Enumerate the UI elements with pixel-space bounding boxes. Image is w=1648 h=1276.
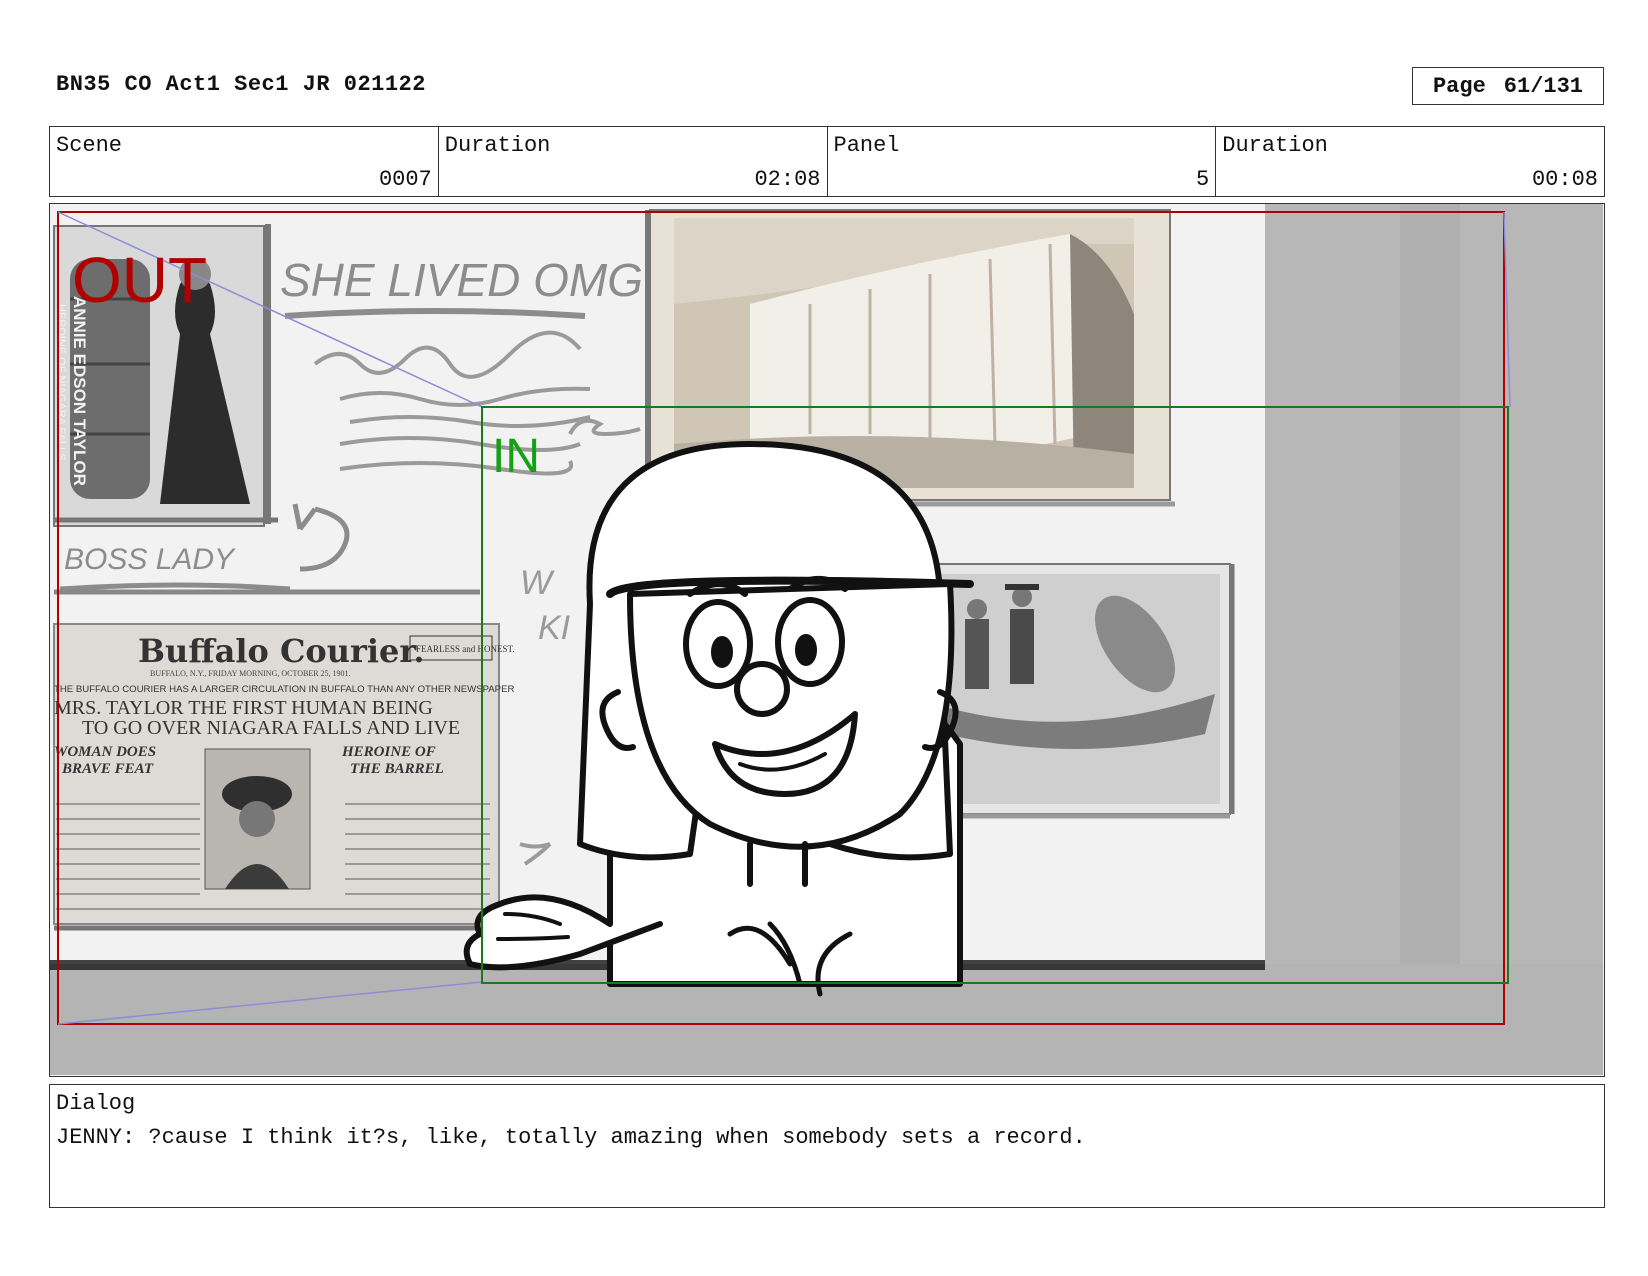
panel-label: Panel: [833, 133, 900, 158]
page-number: 61/131: [1503, 73, 1584, 99]
right-shadow-stripe: [1400, 204, 1460, 964]
scene-duration-cell: Duration 02:08: [439, 127, 828, 196]
panel-duration-cell: Duration 00:08: [1216, 127, 1604, 196]
newspaper-clipping: Buffalo Courier. FEARLESS and HONEST. BU…: [53, 589, 515, 931]
newspaper-sub-right-1: HEROINE OF: [341, 744, 436, 760]
board-title: BN35 CO Act1 Sec1 JR 021122: [56, 72, 426, 97]
storyboard-frame: ANNIE EDSON TAYLOR HEROINE OF NIAGARA FA…: [49, 203, 1605, 1077]
panel-duration-label: Duration: [1222, 133, 1328, 158]
page-label: Page: [1432, 73, 1486, 99]
man-1: [965, 619, 989, 689]
panel-value: 5: [1196, 167, 1210, 192]
dialog-text: JENNY: ?cause I think it?s, like, totall…: [56, 1125, 1086, 1150]
newspaper-sub-right-2: THE BARREL: [350, 761, 444, 777]
page-indicator: Page 61/131: [1412, 67, 1604, 105]
dialog-box: Dialog JENNY: ?cause I think it?s, like,…: [49, 1084, 1605, 1208]
sketch-note-partial-1: W: [520, 564, 555, 602]
photo-caption: ANNIE EDSON TAYLOR: [70, 296, 89, 486]
scene-duration-label: Duration: [444, 133, 551, 158]
newspaper-side-box: FEARLESS and HONEST.: [416, 644, 515, 654]
sketch-note-she-lived: SHE LIVED OMG: [280, 254, 643, 306]
jenny-nose: [734, 661, 790, 717]
panel-duration-value: 00:08: [1531, 167, 1598, 192]
storyboard-drawing: ANNIE EDSON TAYLOR HEROINE OF NIAGARA FA…: [50, 204, 1603, 1075]
panel-info-row: Scene 0007 Duration 02:08 Panel 5 Durati…: [49, 126, 1605, 197]
scene-label: Scene: [56, 133, 123, 158]
out-label: OUT: [72, 244, 207, 316]
newspaper-headline-2: TO GO OVER NIAGARA FALLS AND LIVE: [82, 717, 460, 739]
scene-duration-value: 02:08: [754, 167, 821, 192]
newspaper-circulation: THE BUFFALO COURIER HAS A LARGER CIRCULA…: [54, 684, 514, 695]
in-label: IN: [492, 430, 540, 483]
sketch-note-partial-2: KI: [538, 609, 571, 647]
newspaper-sub-left-2: BRAVE FEAT: [61, 761, 154, 777]
scene-cell: Scene 0007: [50, 127, 439, 196]
dialog-label: Dialog: [56, 1091, 136, 1116]
man-2: [1010, 609, 1034, 684]
newspaper-dateline: BUFFALO, N.Y., FRIDAY MORNING, OCTOBER 2…: [150, 669, 351, 678]
panel-cell: Panel 5: [828, 127, 1217, 196]
scene-value: 0007: [378, 167, 432, 192]
newspaper-headline-1: MRS. TAYLOR THE FIRST HUMAN BEING: [54, 697, 433, 719]
sketch-note-boss-lady: BOSS LADY: [64, 543, 236, 576]
photo-caption-2: HEROINE OF NIAGARA FALLS: [55, 304, 67, 461]
newspaper-masthead: Buffalo Courier.: [138, 632, 424, 670]
newspaper-sub-left-1: WOMAN DOES: [54, 744, 156, 760]
